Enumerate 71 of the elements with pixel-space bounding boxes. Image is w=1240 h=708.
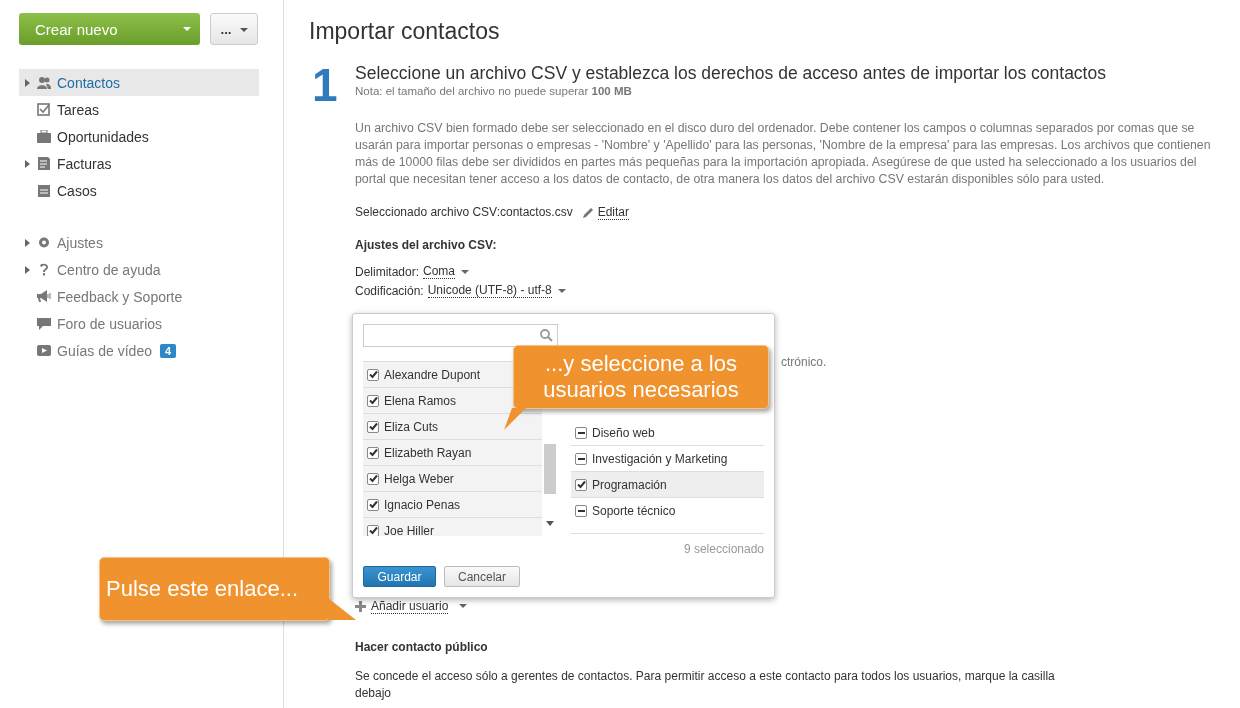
text-fragment: ctrónico. xyxy=(781,355,827,369)
setting-label: Codificación: xyxy=(355,283,424,298)
checkbox[interactable] xyxy=(575,478,587,491)
checkbox[interactable] xyxy=(575,452,587,465)
nav-icon xyxy=(37,103,51,116)
user-item[interactable]: Eliza Cuts xyxy=(363,414,542,440)
nav-icon xyxy=(37,263,51,276)
user-item[interactable]: Elizabeth Rayan xyxy=(363,440,542,466)
sidebar-item[interactable]: Centro de ayuda xyxy=(19,256,259,283)
section-heading: Hacer contacto público xyxy=(355,640,489,654)
setting-label: Delimitador: xyxy=(355,264,420,279)
checkbox[interactable] xyxy=(575,504,587,517)
expand-arrow-icon xyxy=(25,159,30,168)
edit-link[interactable]: Editar xyxy=(582,204,630,220)
sidebar-item[interactable]: Casos xyxy=(19,177,259,204)
sidebar-item[interactable]: Guías de vídeo 4 xyxy=(19,337,259,364)
page-title: Importar contactos xyxy=(309,17,501,46)
step-number: 1 xyxy=(311,62,339,108)
group-item[interactable]: Programación xyxy=(571,471,764,497)
tooltip-pointer xyxy=(328,598,356,620)
sidebar-item[interactable]: Tareas xyxy=(19,96,259,123)
more-button[interactable]: ... xyxy=(210,13,258,45)
expand-arrow-icon xyxy=(25,265,30,274)
setting-dropdown[interactable]: Unicode (UTF-8) - utf-8 xyxy=(427,283,566,298)
tooltip-pointer xyxy=(504,408,526,430)
sidebar-item[interactable]: Oportunidades xyxy=(19,123,259,150)
user-item[interactable]: Ignacio Penas xyxy=(363,492,542,518)
public-access-text: Se concede el acceso sólo a gerentes de contactos. Para permitir acceso a este contacto para todos los usuarios, marque la casilla debajo xyxy=(355,668,1055,702)
nav-icon xyxy=(37,290,51,303)
checkbox[interactable] xyxy=(367,524,379,536)
nav-icon xyxy=(37,130,51,143)
save-button[interactable]: Guardar xyxy=(363,566,436,587)
step-heading: Seleccione un archivo CSV y establezca los derechos de acceso antes de importar los contactos xyxy=(355,62,1107,84)
sidebar-item[interactable]: Ajustes xyxy=(19,229,259,256)
nav-icon xyxy=(37,236,51,249)
group-item[interactable]: Soporte técnico xyxy=(571,497,764,523)
file-label: Seleccionado archivo CSV: xyxy=(355,205,500,219)
checkbox[interactable] xyxy=(367,446,379,459)
search-field[interactable] xyxy=(363,324,558,347)
section-heading: Ajustes del archivo CSV: xyxy=(355,238,498,252)
checkbox[interactable] xyxy=(367,472,379,485)
sidebar-item[interactable]: Contactos xyxy=(19,69,259,96)
plus-icon xyxy=(355,600,366,612)
checkbox[interactable] xyxy=(367,420,379,433)
file-name: contactos.csv xyxy=(499,205,573,219)
expand-arrow-icon xyxy=(25,238,30,247)
sidebar-item[interactable]: Feedback y Soporte xyxy=(19,283,259,310)
checkbox[interactable] xyxy=(367,368,379,381)
selected-count: 9 seleccionado xyxy=(682,542,764,556)
nav-icon xyxy=(37,344,51,357)
size-note: Nota: el tamaño del archivo no puede superar 100 MB xyxy=(355,84,633,98)
group-item[interactable]: Diseño web xyxy=(571,420,764,445)
sidebar-item[interactable]: Facturas xyxy=(19,150,259,177)
nav-icon xyxy=(37,184,51,197)
checkbox[interactable] xyxy=(367,394,379,407)
scroll-down-arrow-icon[interactable] xyxy=(546,521,554,526)
checkbox[interactable] xyxy=(575,426,587,439)
description-text: Un archivo CSV bien formado debe ser seleccionado en el disco duro del ordenador. Debe contener los campos o columnas separados por comas que se usarán para importar personas o empresas - 'Nombre' y 'Apellido' para las personas, 'Nombre de la empresa' para las empresas. Los archivos que contienen más de 10000 filas debe ser divididos en partes más pequeñas para la importación apropiada. Asegúrese de que usted ha seleccionado a los usuarios del portal que necesitan tener acceso a los datos de contacto, de otra manera los datos del archivo CSV estarán disponibles sólo para usted. xyxy=(355,120,1212,188)
nav-icon xyxy=(37,317,51,330)
nav-icon xyxy=(37,157,51,170)
sidebar-item[interactable]: Foro de usuarios xyxy=(19,310,259,337)
search-icon xyxy=(540,329,553,342)
user-item[interactable]: Joe Hiller xyxy=(363,518,542,536)
count-badge: 4 xyxy=(159,343,177,358)
nav-icon xyxy=(37,76,51,89)
cancel-button[interactable]: Cancelar xyxy=(444,566,520,587)
expand-arrow-icon xyxy=(25,78,30,87)
checkbox[interactable] xyxy=(367,498,379,511)
user-item[interactable]: Helga Weber xyxy=(363,466,542,492)
setting-dropdown[interactable]: Coma xyxy=(423,264,470,279)
pencil-icon xyxy=(582,206,594,218)
